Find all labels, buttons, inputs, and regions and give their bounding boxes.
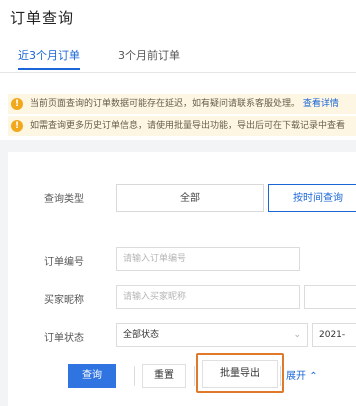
warning-icon: !: [11, 120, 23, 132]
buyer-label: 买家昵称: [44, 295, 84, 306]
chevron-up-icon: ⌃: [309, 371, 318, 382]
expand-toggle[interactable]: 展开 ⌃: [286, 367, 318, 382]
order-no-input[interactable]: 请输入订单编号: [116, 247, 300, 271]
warning-icon: !: [11, 98, 23, 110]
tab-older-orders[interactable]: 3个月前订单: [118, 46, 180, 70]
buyer-extra-input[interactable]: [304, 285, 356, 309]
order-status-value: 全部状态: [123, 330, 160, 340]
button-divider: [194, 366, 195, 386]
button-divider: [280, 366, 281, 386]
order-no-label: 订单编号: [44, 257, 84, 268]
page-title: 订单查询: [10, 9, 75, 27]
order-status-select[interactable]: 全部状态 ⌄: [116, 323, 308, 347]
buyer-input[interactable]: 请输入买家昵称: [116, 285, 300, 309]
notice-link[interactable]: 查看详情: [303, 99, 339, 109]
tab-bar: 近3个月订单 3个月前订单: [18, 46, 356, 72]
query-type-all[interactable]: 全部: [116, 184, 264, 212]
date-range-input[interactable]: 2021-: [312, 323, 356, 347]
search-button[interactable]: 查询: [68, 364, 116, 388]
notice-banner-2: ! 如需查询更多历史订单信息，请使用批量导出功能，导出后可在下载记录中查看: [8, 116, 356, 136]
tab-recent-orders[interactable]: 近3个月订单: [18, 46, 80, 70]
button-divider: [134, 366, 135, 386]
search-form: 查询类型 全部 按时间查询 订单编号 请输入订单编号 买家昵称 请输入买家昵称 …: [8, 152, 356, 406]
tabs-divider: [0, 72, 356, 73]
highlight-box: [196, 353, 284, 393]
notice-text-2: 如需查询更多历史订单信息，请使用批量导出功能，导出后可在下载记录中查看: [30, 121, 346, 131]
chevron-down-icon: ⌄: [293, 330, 301, 340]
query-type-label: 查询类型: [44, 194, 84, 205]
notice-text-1: 当前页面查询的订单数据可能存在延迟，如有疑问请联系客服处理。: [30, 99, 301, 109]
query-type-by-time[interactable]: 按时间查询: [268, 184, 356, 212]
expand-label: 展开: [286, 371, 306, 382]
order-status-label: 订单状态: [44, 333, 84, 344]
notice-banner-1: ! 当前页面查询的订单数据可能存在延迟，如有疑问请联系客服处理。 查看详情: [8, 94, 356, 114]
reset-button[interactable]: 重置: [142, 364, 186, 388]
